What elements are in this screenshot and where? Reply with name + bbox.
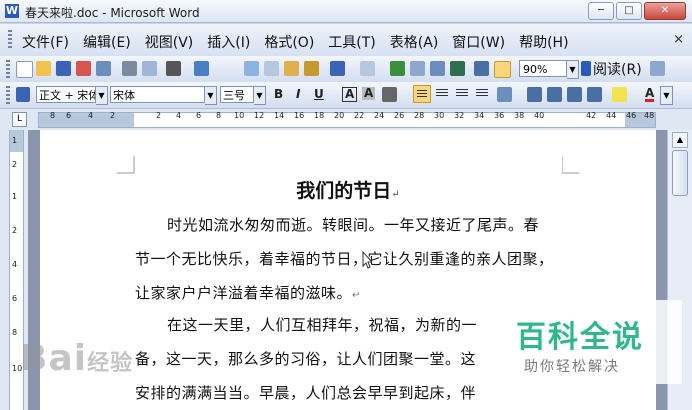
font-color-button[interactable]: A [645,87,655,102]
menu-format[interactable]: 格式(O) [264,32,314,52]
undo-icon[interactable] [330,61,345,76]
toolbar-grip[interactable] [6,60,10,78]
bullets-icon[interactable] [547,87,562,102]
open-folder-icon[interactable] [36,61,51,76]
character-shading-button[interactable]: A [362,87,376,100]
permission-icon[interactable] [76,61,91,76]
close-window-button[interactable]: ✕ [644,2,686,20]
distributed-align-button[interactable] [473,85,491,103]
standard-toolbar: 90% ▼ 阅读(R) [0,56,692,83]
text-line-3[interactable]: 让家家户户洋溢着幸福的滋味。↵ [135,282,361,303]
scrollbar-thumb[interactable] [672,150,688,196]
text-line-4[interactable]: 在这一天里，人们互相拜年，祝福，为新的一 [167,314,477,335]
highlight-icon[interactable] [612,87,627,102]
tab-selector[interactable]: L [12,112,27,127]
paste-icon[interactable] [284,61,299,76]
baike-watermark-subtitle: 助你轻松解决 [524,359,620,375]
email-icon[interactable] [96,61,111,76]
document-title[interactable]: 我们的节日↵ [40,176,656,203]
menu-tools[interactable]: 工具(T) [328,32,375,52]
baike-watermark: 百科全说 助你轻松解决 [510,300,682,384]
redo-icon[interactable] [360,61,375,76]
print-preview-icon[interactable] [142,61,157,76]
numbering-icon[interactable] [527,87,542,102]
text-line-2[interactable]: 节一个无比快乐，着幸福的节日，它让久别重逢的亲人团聚， [135,248,554,269]
text-line-1[interactable]: 时光如流水匆匆而逝。转眼间。一年又接近了尾声。春 [167,214,539,235]
menu-insert[interactable]: 插入(I) [207,32,250,52]
bold-button[interactable]: B [274,87,283,101]
underline-button[interactable]: U [314,87,324,101]
character-border-button[interactable]: A [342,87,358,102]
right-margin-corner-mark [562,156,579,174]
italic-button[interactable]: I [296,87,300,101]
read-mode-icon[interactable] [581,61,591,76]
menu-window[interactable]: 窗口(W) [452,32,505,52]
style-dropdown-icon[interactable]: ▼ [96,86,108,105]
traditional-chinese-icon[interactable] [166,61,181,76]
maximize-button[interactable]: □ [616,2,642,20]
save-icon[interactable] [56,61,71,76]
new-document-icon[interactable] [16,61,33,78]
font-size-dropdown-icon[interactable]: ▼ [254,86,266,105]
formatting-toolbar: 正文 + 宋体 ▼ 宋体 ▼ 三号 ▼ B I U A A A ▼ [0,82,692,109]
baidu-watermark: Bai经验 [20,338,134,379]
menu-view[interactable]: 视图(V) [145,32,194,52]
insert-table-icon[interactable] [430,61,445,76]
window-title: 春天来啦.doc - Microsoft Word [25,6,200,20]
ruler-strip[interactable] [38,112,656,128]
left-margin-corner-mark [117,156,135,174]
font-color-dropdown-icon[interactable]: ▼ [660,86,673,105]
cut-icon[interactable] [244,61,259,76]
styles-pane-icon[interactable] [16,87,30,102]
read-button[interactable]: 阅读(R) [593,59,642,79]
menubar-grip[interactable] [8,30,12,50]
font-size-combobox[interactable]: 三号 [220,86,254,103]
title-bar: W 春天来啦.doc - Microsoft Word ─ □ ✕ [0,0,692,23]
minimize-button[interactable]: ─ [588,2,614,20]
font-combobox[interactable]: 宋体 [110,86,205,103]
document-close-icon[interactable]: × [673,32,684,47]
menu-help[interactable]: 帮助(H) [519,32,568,52]
menu-bar: 文件(F) 编辑(E) 视图(V) 插入(I) 格式(O) 工具(T) 表格(A… [0,24,692,57]
increase-indent-icon[interactable] [587,87,602,102]
spelling-icon[interactable] [194,61,209,76]
align-justify-button[interactable] [413,85,431,103]
insert-excel-icon[interactable] [450,61,465,76]
word-app-icon[interactable]: W [5,4,19,18]
tables-borders-icon[interactable] [410,61,425,76]
menu-file[interactable]: 文件(F) [22,32,69,52]
print-icon[interactable] [122,61,137,76]
baike-watermark-title: 百科全说 [516,320,644,355]
toolbar-options-icon[interactable] [650,61,665,76]
menu-table[interactable]: 表格(A) [390,32,439,52]
zoom-combobox[interactable]: 90% [519,60,567,77]
zoom-dropdown-icon[interactable]: ▼ [567,60,579,79]
drawing-icon[interactable] [494,61,511,78]
columns-icon[interactable] [474,61,489,76]
scroll-up-icon[interactable]: ▲ [672,132,688,148]
decrease-indent-icon[interactable] [567,87,582,102]
character-scaling-icon[interactable] [382,87,397,102]
style-combobox[interactable]: 正文 + 宋体 [36,86,96,103]
align-center-button[interactable] [433,85,451,103]
toolbar-grip-2[interactable] [6,86,10,104]
hyperlink-icon[interactable] [390,61,405,76]
line-spacing-icon[interactable] [497,87,512,102]
align-right-button[interactable] [453,85,471,103]
mouse-pointer-icon [362,251,372,269]
horizontal-ruler[interactable]: L 8 6 4 2 2 4 6 8 10 12 14 16 18 20 22 2… [0,109,692,131]
text-line-6[interactable]: 安排的满满当当。早晨，人们总会早早到起床，伴 [135,382,476,403]
format-painter-icon[interactable] [304,61,319,76]
text-line-5[interactable]: 备，这一天，那么多的习俗，让人们团聚一堂。这 [135,348,476,369]
font-dropdown-icon[interactable]: ▼ [205,86,217,105]
menu-edit[interactable]: 编辑(E) [83,32,131,52]
copy-icon[interactable] [264,61,279,76]
